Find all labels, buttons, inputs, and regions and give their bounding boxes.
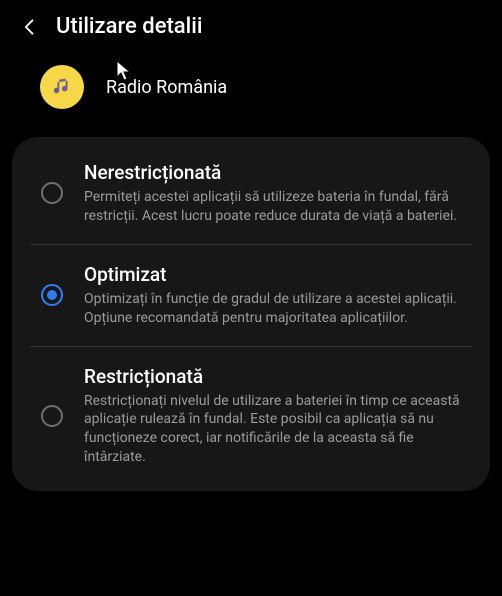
radio-col: [30, 263, 74, 328]
option-desc: Permiteți acestei aplicații să utilizeze…: [84, 188, 468, 226]
options-card: Nerestricționată Permiteți acestei aplic…: [12, 137, 490, 491]
option-title: Restricționată: [84, 365, 468, 388]
option-desc: Optimizați în funcție de gradul de utili…: [84, 290, 468, 328]
app-name: Radio România: [106, 77, 227, 98]
option-optimized[interactable]: Optimizat Optimizați în funcție de gradu…: [30, 244, 472, 346]
option-text: Nerestricționată Permiteți acestei aplic…: [74, 161, 468, 226]
radio-dot-icon: [47, 290, 57, 300]
header: Utilizare detalii: [0, 0, 502, 49]
radio-restricted[interactable]: [41, 405, 63, 427]
chevron-left-icon: [20, 17, 40, 37]
option-unrestricted[interactable]: Nerestricționată Permiteți acestei aplic…: [12, 143, 490, 244]
radio-optimized[interactable]: [41, 284, 63, 306]
app-icon: [40, 65, 84, 109]
option-title: Optimizat: [84, 263, 468, 286]
radio-col: [30, 365, 74, 468]
option-restricted[interactable]: Restricționată Restricționați nivelul de…: [30, 346, 472, 486]
option-text: Restricționată Restricționați nivelul de…: [74, 365, 468, 468]
app-info-row: Radio România: [0, 49, 502, 137]
option-text: Optimizat Optimizați în funcție de gradu…: [74, 263, 468, 328]
option-desc: Restricționați nivelul de utilizare a ba…: [84, 392, 468, 468]
radio-col: [30, 161, 74, 226]
music-note-icon: [51, 76, 73, 98]
back-button[interactable]: [18, 15, 42, 39]
page-title: Utilizare detalii: [56, 14, 202, 39]
radio-unrestricted[interactable]: [41, 182, 63, 204]
option-title: Nerestricționată: [84, 161, 468, 184]
